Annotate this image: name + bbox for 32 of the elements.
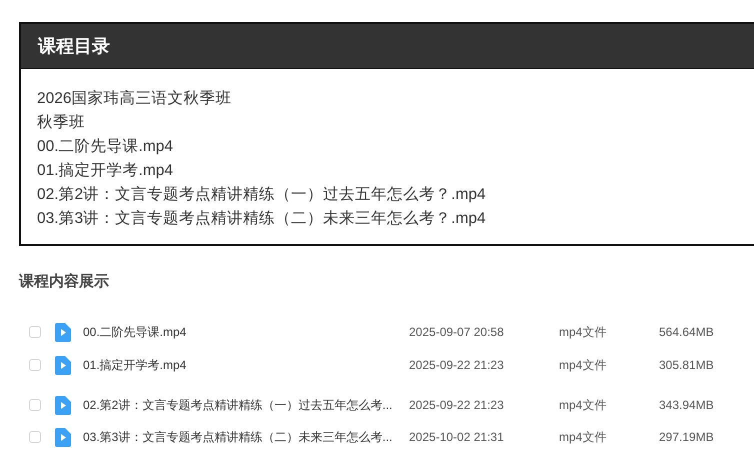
file-type: mp4文件	[559, 356, 608, 374]
catalog-line: 01.搞定开学考.mp4	[37, 161, 174, 181]
file-size: 343.94MB	[659, 398, 714, 412]
file-type: mp4文件	[559, 324, 608, 340]
file-date: 2025-10-02 21:31	[409, 430, 505, 444]
file-name[interactable]: 03.第3讲：文言专题考点精讲精练（二）未来三年怎么考...	[83, 428, 409, 446]
file-name[interactable]: 01.搞定开学考.mp4	[83, 356, 409, 374]
checkbox[interactable]	[29, 431, 41, 443]
checkbox[interactable]	[29, 326, 41, 338]
catalog-line: 03.第3讲：文言专题考点精讲精练（二）未来三年怎么考？.mp4	[37, 209, 486, 229]
catalog-line: 02.第2讲：文言专题考点精讲精练（一）过去五年怎么考？.mp4	[37, 185, 486, 205]
file-name[interactable]: 02.第2讲：文言专题考点精讲精练（一）过去五年怎么考...	[83, 396, 409, 414]
file-size: 297.19MB	[659, 430, 714, 444]
file-date: 2025-09-07 20:58	[409, 325, 505, 339]
file-type: mp4文件	[559, 396, 608, 414]
video-file-icon	[55, 356, 71, 374]
catalog-line: 秋季班	[37, 113, 85, 133]
file-name[interactable]: 00.二阶先导课.mp4	[83, 324, 409, 340]
file-date: 2025-09-22 21:23	[409, 398, 505, 412]
catalog-title: 课程目录	[21, 24, 754, 69]
file-size: 305.81MB	[659, 358, 714, 372]
file-date: 2025-09-22 21:23	[409, 358, 505, 372]
checkbox[interactable]	[29, 359, 41, 371]
catalog-line: 2026国家玮高三语文秋季班	[37, 89, 232, 109]
video-file-icon	[55, 322, 71, 342]
video-file-icon	[55, 428, 71, 446]
file-type: mp4文件	[559, 428, 608, 446]
catalog-line: 00.二阶先导课.mp4	[37, 137, 174, 157]
video-file-icon	[55, 396, 71, 414]
checkbox[interactable]	[29, 399, 41, 411]
file-size: 564.64MB	[659, 325, 714, 339]
section-heading: 课程内容展示	[19, 272, 109, 291]
